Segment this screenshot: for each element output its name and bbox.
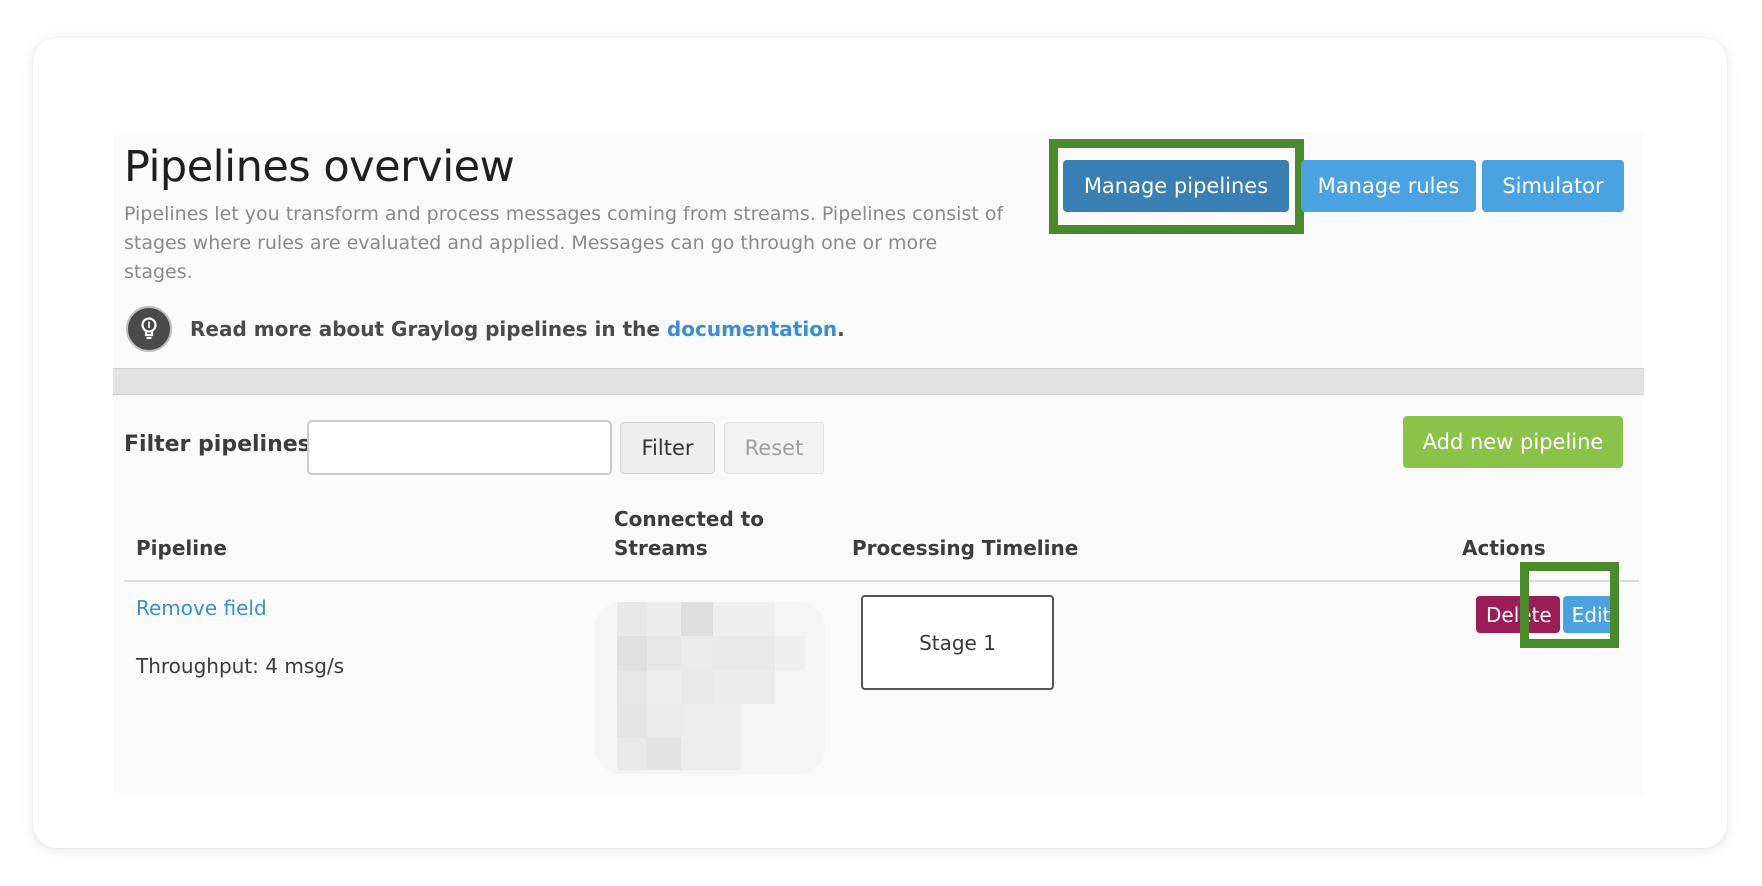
pipeline-name-link[interactable]: Remove field <box>136 596 267 620</box>
column-header-streams-line2: Streams <box>614 536 708 560</box>
manage-pipelines-highlight <box>1049 139 1304 234</box>
documentation-link[interactable]: documentation <box>667 317 837 341</box>
filter-label: Filter pipelines <box>124 432 311 457</box>
simulator-button[interactable]: Simulator <box>1482 160 1624 212</box>
lightbulb-icon <box>126 306 172 352</box>
pipeline-throughput: Throughput: 4 msg/s <box>136 654 345 678</box>
reset-button[interactable]: Reset <box>724 422 824 474</box>
column-header-streams: Connected to Streams <box>614 505 764 563</box>
column-header-actions: Actions <box>1462 536 1546 560</box>
column-header-timeline: Processing Timeline <box>852 536 1079 560</box>
table-header-divider <box>124 580 1639 582</box>
page-description: Pipelines let you transform and process … <box>124 203 1004 283</box>
filter-button[interactable]: Filter <box>620 422 715 474</box>
column-header-pipeline: Pipeline <box>136 536 227 560</box>
page-title: Pipelines overview <box>124 142 515 192</box>
manage-rules-button[interactable]: Manage rules <box>1301 160 1476 212</box>
documentation-tip: Read more about Graylog pipelines in the… <box>126 306 845 352</box>
section-divider <box>113 368 1644 395</box>
stage-box[interactable]: Stage 1 <box>861 595 1054 690</box>
redacted-streams <box>595 602 825 774</box>
filter-input[interactable] <box>307 420 612 475</box>
edit-highlight <box>1520 562 1619 648</box>
column-header-streams-line1: Connected to <box>614 507 765 531</box>
tip-text: Read more about Graylog pipelines in the… <box>190 317 845 341</box>
add-new-pipeline-button[interactable]: Add new pipeline <box>1403 416 1623 468</box>
